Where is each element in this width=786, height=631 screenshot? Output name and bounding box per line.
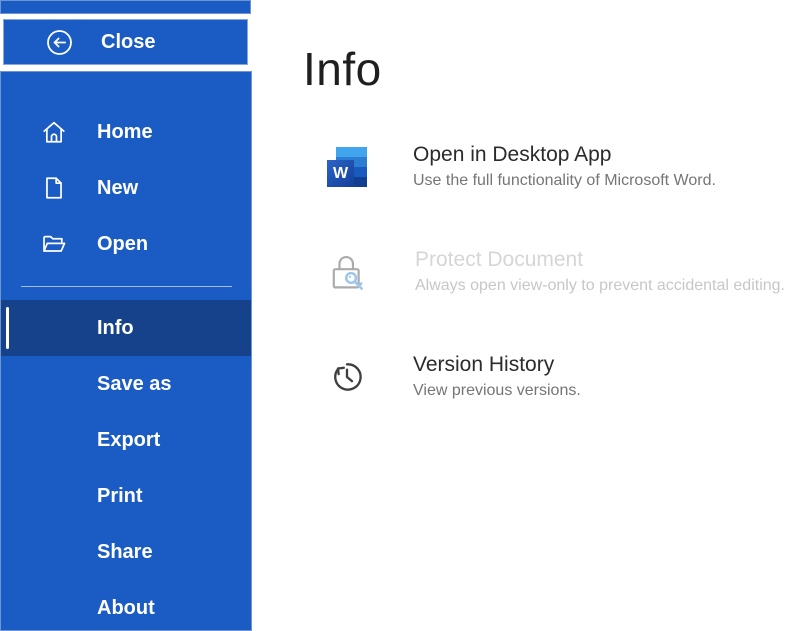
sidebar-item-label: New: [97, 177, 138, 200]
sidebar-item-export[interactable]: Export: [1, 412, 251, 468]
item-text: Version History View previous versions.: [413, 352, 581, 402]
protect-lock-icon: [325, 249, 369, 295]
sidebar-item-print[interactable]: Print: [1, 468, 251, 524]
backstage-menu: Home New Open Info Save as Export: [0, 71, 252, 631]
item-text: Open in Desktop App Use the full functio…: [413, 142, 716, 192]
item-title: Open in Desktop App: [413, 142, 716, 168]
sidebar-item-label: Home: [97, 121, 153, 144]
version-history-icon: [327, 357, 367, 397]
sidebar-item-info[interactable]: Info: [1, 300, 251, 356]
sidebar-item-label: Share: [97, 541, 153, 564]
close-button[interactable]: Close: [3, 19, 248, 65]
sidebar-item-label: About: [97, 597, 155, 620]
open-folder-icon: [41, 231, 67, 257]
selected-indicator: [6, 307, 9, 349]
sidebar-item-home[interactable]: Home: [1, 104, 251, 160]
sidebar-item-new[interactable]: New: [1, 160, 251, 216]
item-text: Protect Document Always open view-only t…: [415, 247, 785, 297]
item-title: Protect Document: [415, 247, 785, 273]
sidebar-item-open[interactable]: Open: [1, 216, 251, 272]
info-items: W Open in Desktop App Use the full funct…: [327, 142, 786, 402]
sidebar-top-strip: [0, 0, 251, 14]
new-file-icon: [41, 175, 67, 201]
menu-divider: [21, 286, 232, 287]
sidebar-item-share[interactable]: Share: [1, 524, 251, 580]
word-app-icon: W: [327, 147, 367, 187]
item-description: View previous versions.: [413, 380, 581, 402]
word-icon-letter-tile: W: [327, 160, 354, 187]
sidebar-item-about[interactable]: About: [1, 580, 251, 631]
item-title: Version History: [413, 352, 581, 378]
open-in-desktop-app-button[interactable]: W Open in Desktop App Use the full funct…: [327, 142, 786, 192]
sidebar-item-label: Print: [97, 485, 143, 508]
sidebar-item-label: Info: [97, 317, 134, 340]
item-description: Always open view-only to prevent acciden…: [415, 275, 785, 297]
sidebar-item-label: Open: [97, 233, 148, 256]
sidebar-item-label: Save as: [97, 373, 172, 396]
page-title: Info: [303, 42, 786, 97]
sidebar-item-save-as[interactable]: Save as: [1, 356, 251, 412]
sidebar-item-label: Export: [97, 429, 160, 452]
item-description: Use the full functionality of Microsoft …: [413, 170, 716, 192]
home-icon: [41, 119, 67, 145]
version-history-button[interactable]: Version History View previous versions.: [327, 352, 786, 402]
info-pane: Info W Open in Desktop App Use the full …: [252, 0, 786, 631]
protect-document-button[interactable]: Protect Document Always open view-only t…: [327, 247, 786, 297]
word-backstage-view: Close Home New Open: [0, 0, 786, 631]
close-label: Close: [101, 31, 155, 54]
back-arrow-icon: [46, 29, 73, 56]
